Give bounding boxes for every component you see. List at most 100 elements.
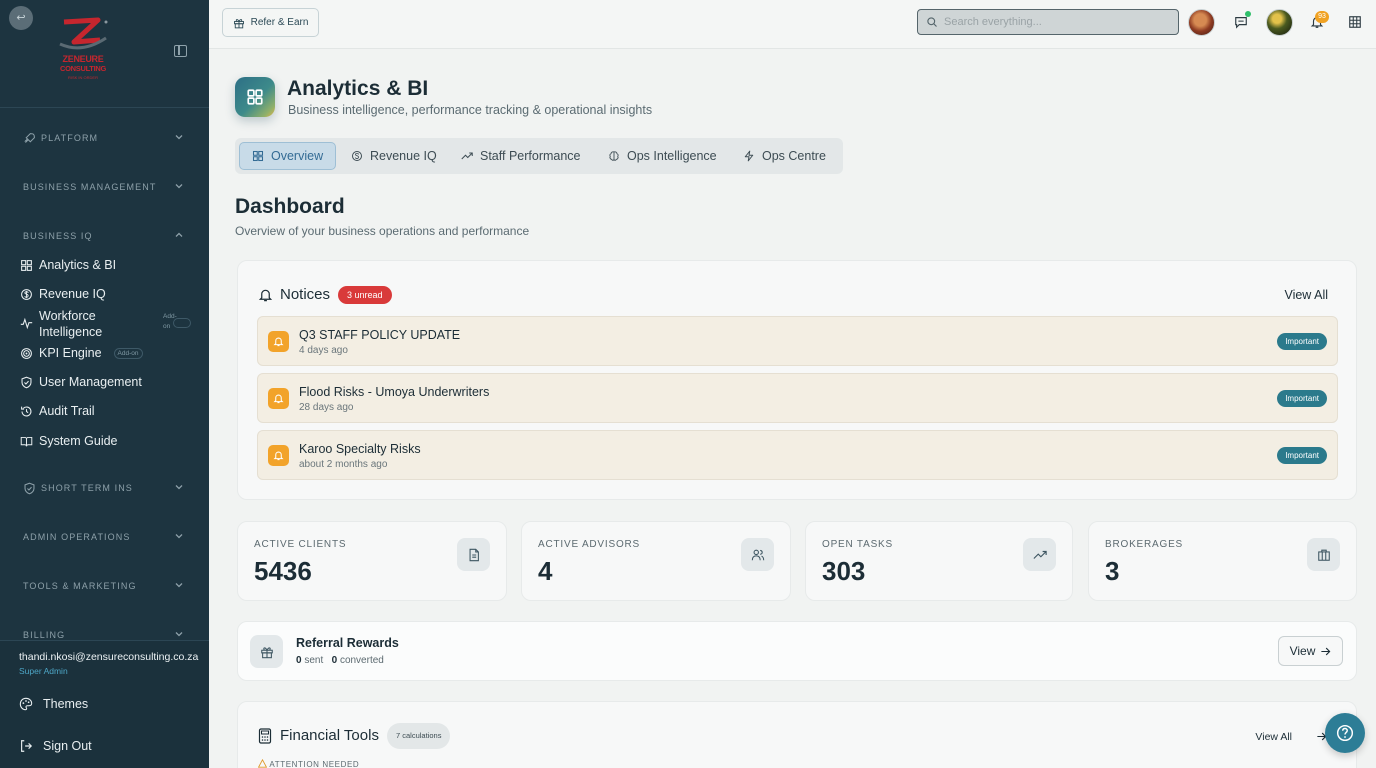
sign-out-button[interactable]: Sign Out (19, 739, 92, 753)
section-label: TOOLS & MARKETING (23, 581, 137, 591)
themes-button[interactable]: Themes (19, 697, 88, 711)
stat-value: 4 (538, 556, 553, 586)
dollar-circle-icon (351, 150, 363, 162)
document-icon (457, 538, 490, 571)
page-title: Analytics & BI (287, 77, 429, 100)
tab-revenue-iq[interactable]: Revenue IQ (339, 142, 449, 170)
notice-title: Karoo Specialty Risks (299, 442, 421, 456)
important-badge: Important (1277, 333, 1327, 350)
sidebar-item-analytics[interactable]: Analytics & BI (20, 258, 190, 272)
notice-item[interactable]: Flood Risks - Umoya Underwriters 28 days… (257, 373, 1338, 423)
search-input[interactable] (944, 16, 1164, 28)
chevron-down-icon (175, 632, 183, 637)
user-avatar[interactable] (1266, 9, 1293, 36)
stat-card-brokerages[interactable]: BROKERAGES 3 (1088, 521, 1357, 601)
stat-card-active-advisors[interactable]: ACTIVE ADVISORS 4 (521, 521, 791, 601)
chevron-down-icon (175, 583, 183, 588)
trending-up-icon (1023, 538, 1056, 571)
back-icon[interactable]: ↩ (9, 6, 33, 30)
financial-tools-view-all-link[interactable]: View All (1255, 731, 1292, 743)
avatar[interactable] (1188, 9, 1215, 36)
section-short-term-ins[interactable]: SHORT TERM INS (23, 480, 188, 496)
notices-card: Notices 3 unread View All Q3 STAFF POLIC… (237, 260, 1357, 500)
dashboard-title: Dashboard (235, 195, 345, 218)
sidebar-collapse-icon[interactable] (174, 45, 187, 57)
help-button[interactable] (1325, 713, 1365, 753)
apps-grid-icon[interactable] (1348, 15, 1362, 29)
target-icon (20, 347, 33, 360)
stat-label: OPEN TASKS (822, 539, 893, 550)
user-role: Super Admin (19, 666, 68, 676)
zap-icon (743, 150, 755, 162)
brain-icon (608, 150, 620, 162)
tab-label: Revenue IQ (370, 149, 437, 163)
bell-icon (258, 287, 273, 303)
user-panel: thandi.nkosi@zensureconsulting.co.za Sup… (0, 640, 209, 768)
bell-icon (268, 388, 289, 409)
stat-card-open-tasks[interactable]: OPEN TASKS 303 (805, 521, 1073, 601)
financial-tools-card: Financial Tools 7 calculations View All … (237, 701, 1357, 768)
section-label: BILLING (23, 630, 66, 640)
view-label: View (1289, 644, 1316, 658)
notice-item[interactable]: Karoo Specialty Risks about 2 months ago… (257, 430, 1338, 480)
gift-icon (250, 635, 283, 668)
arrow-right-icon (1321, 647, 1331, 655)
tab-ops-centre[interactable]: Ops Centre (731, 142, 838, 170)
tab-staff-performance[interactable]: Staff Performance (449, 142, 593, 170)
shield-check-icon (20, 376, 33, 389)
trending-up-icon (461, 150, 473, 162)
section-admin-operations[interactable]: ADMIN OPERATIONS (23, 529, 188, 545)
section-business-management[interactable]: BUSINESS MANAGEMENT (23, 179, 188, 195)
sidebar: ↩ ZENEURE CONSULTING RISK IN ORDER PLATF… (0, 0, 209, 768)
section-platform[interactable]: PLATFORM (23, 130, 188, 146)
bell-icon (268, 331, 289, 352)
user-email: thandi.nkosi@zensureconsulting.co.za (19, 651, 199, 663)
referral-rewards-card: Referral Rewards 0 sent 0 converted View (237, 621, 1357, 681)
referral-view-button[interactable]: View (1278, 636, 1343, 666)
notice-date: about 2 months ago (299, 459, 388, 470)
global-search[interactable] (917, 9, 1179, 35)
chat-icon[interactable] (1234, 15, 1248, 29)
palette-icon (19, 697, 33, 711)
section-tools-marketing[interactable]: TOOLS & MARKETING (23, 578, 188, 594)
rocket-icon (23, 132, 36, 145)
sidebar-item-kpi-engine[interactable]: KPI Engine Add-on (20, 346, 190, 360)
calculations-badge: 7 calculations (387, 723, 451, 749)
refer-earn-button[interactable]: Refer & Earn (222, 8, 319, 37)
company-logo[interactable]: ZENEURE CONSULTING RISK IN ORDER (52, 16, 114, 86)
sidebar-item-label: Revenue IQ (39, 287, 106, 301)
referral-title: Referral Rewards (296, 636, 399, 650)
sidebar-item-label: User Management (39, 375, 142, 389)
sidebar-item-system-guide[interactable]: System Guide (20, 434, 190, 448)
notices-view-all-link[interactable]: View All (1284, 288, 1328, 302)
online-indicator (1245, 11, 1251, 17)
tab-label: Ops Centre (762, 149, 826, 163)
toggle-switch[interactable] (173, 318, 191, 328)
logout-icon (19, 739, 33, 753)
tab-ops-intelligence[interactable]: Ops Intelligence (596, 142, 729, 170)
logo-mark-icon (59, 17, 108, 50)
history-icon (20, 405, 33, 418)
page-icon (235, 77, 275, 117)
notice-item[interactable]: Q3 STAFF POLICY UPDATE 4 days ago Import… (257, 316, 1338, 366)
stat-card-active-clients[interactable]: ACTIVE CLIENTS 5436 (237, 521, 507, 601)
notice-date: 4 days ago (299, 345, 348, 356)
sidebar-item-label: Audit Trail (39, 404, 95, 418)
sidebar-item-user-management[interactable]: User Management (20, 375, 190, 389)
tab-overview[interactable]: Overview (239, 142, 337, 170)
referral-stats: 0 sent 0 converted (296, 655, 384, 666)
addon-badge: Add-on (113, 347, 143, 359)
chevron-down-icon (175, 135, 183, 140)
section-business-iq[interactable]: BUSINESS IQ (23, 228, 188, 244)
sidebar-item-revenue-iq[interactable]: Revenue IQ (20, 287, 190, 301)
section-label: BUSINESS MANAGEMENT (23, 182, 157, 192)
calculator-icon (258, 728, 272, 744)
chevron-down-icon (175, 184, 183, 189)
book-icon (20, 435, 33, 448)
sidebar-item-audit-trail[interactable]: Audit Trail (20, 404, 190, 418)
sidebar-item-label: Workforce Intelligence (39, 309, 103, 339)
dashboard-subtitle: Overview of your business operations and… (235, 224, 530, 238)
stat-value: 5436 (254, 556, 312, 586)
section-label: SHORT TERM INS (41, 483, 133, 493)
notice-title: Q3 STAFF POLICY UPDATE (299, 328, 461, 342)
